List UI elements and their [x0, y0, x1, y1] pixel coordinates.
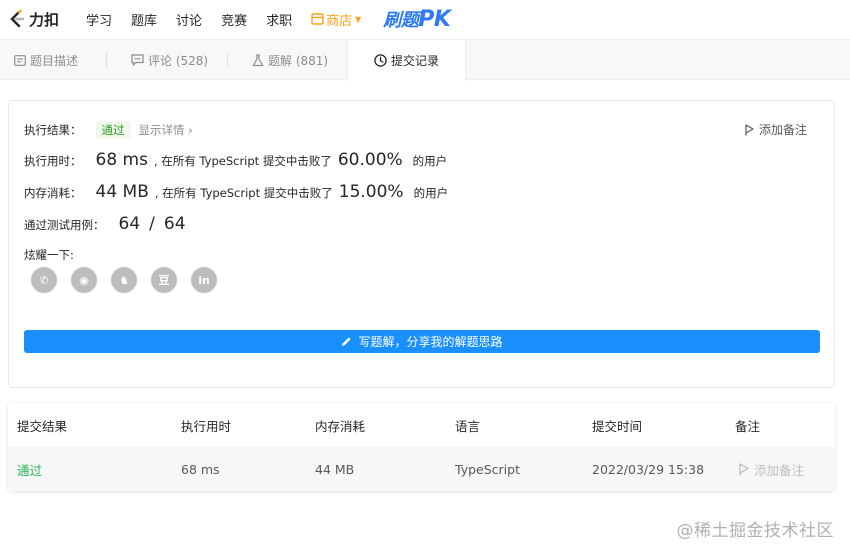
leetcode-logo-icon — [10, 10, 25, 28]
add-note-button[interactable]: 添加备注 — [745, 121, 807, 138]
runtime-tail: 的用户 — [412, 154, 448, 168]
douban-icon[interactable]: 豆 — [151, 267, 177, 293]
memory-text: , 在所有 TypeScript 提交中击败了 — [154, 186, 333, 200]
pk-label: 刷题 — [383, 10, 419, 31]
nav-learn[interactable]: 学习 — [86, 10, 112, 29]
tab-label: 评论 (528) — [148, 53, 209, 68]
write-solution-label: 写题解，分享我的解题思路 — [358, 335, 503, 349]
header-submitted: 提交时间 — [592, 418, 643, 434]
linkedin-icon[interactable]: in — [191, 267, 217, 293]
testcases-label: 通过测试用例： — [24, 218, 105, 232]
row-note-label: 添加备注 — [754, 462, 805, 478]
chevron-down-icon: ▼ — [355, 14, 362, 24]
clock-icon — [374, 54, 387, 67]
testcases-separator: / — [149, 214, 155, 234]
show-details-link[interactable]: 显示详情 › — [139, 122, 193, 138]
memory-value: 44 MB — [95, 182, 149, 202]
runtime-label: 执行用时： — [24, 154, 82, 168]
write-solution-button[interactable]: 写题解，分享我的解题思路 — [24, 330, 820, 353]
nav-problems[interactable]: 题库 — [131, 10, 157, 29]
pencil-icon — [342, 337, 352, 346]
header-status: 提交结果 — [17, 418, 68, 434]
result-status-row: 执行结果： 通过 显示详情 › — [24, 121, 193, 139]
runtime-value: 68 ms — [95, 150, 148, 170]
memory-label: 内存消耗： — [24, 186, 82, 200]
memory-percentile: 15.00% — [338, 182, 404, 202]
header-note: 备注 — [735, 418, 761, 434]
tab-submissions[interactable]: 提交记录 — [347, 40, 466, 81]
tab-divider — [106, 52, 107, 68]
memory-row: 内存消耗： 44 MB , 在所有 TypeScript 提交中击败了 15.0… — [24, 182, 448, 202]
nav-jobs[interactable]: 求职 — [266, 10, 292, 29]
row-submitted: 2022/03/29 15:38 — [592, 461, 705, 477]
problem-tabbar: 题目描述 评论 (528) 题解 (881) 提交记录 — [0, 39, 850, 81]
tab-comments[interactable]: 评论 (528) — [131, 40, 231, 80]
row-add-note-button[interactable]: 添加备注 — [739, 447, 804, 491]
tab-label: 题目描述 — [30, 53, 79, 68]
watermark: @稀土掘金技术社区 — [676, 521, 834, 541]
row-language: TypeScript — [455, 461, 520, 477]
table-row[interactable]: 通过 68 ms 44 MB TypeScript 2022/03/29 15:… — [8, 447, 835, 491]
testcases-total: 64 — [163, 214, 186, 234]
testcases-row: 通过测试用例： 64 / 64 — [24, 214, 186, 234]
shop-label: 商店 — [326, 13, 353, 29]
leetcode-logo[interactable]: 力扣 — [8, 9, 59, 30]
row-status[interactable]: 通过 — [17, 447, 42, 491]
flask-icon — [252, 53, 264, 67]
runtime-row: 执行用时： 68 ms , 在所有 TypeScript 提交中击败了 60.0… — [24, 150, 447, 170]
shop-icon — [311, 13, 324, 25]
add-note-label: 添加备注 — [758, 123, 807, 137]
tab-label: 提交记录 — [390, 54, 439, 68]
header-runtime: 执行用时 — [181, 418, 232, 434]
flag-icon — [739, 462, 749, 475]
header-language: 语言 — [455, 418, 481, 434]
nav-shop[interactable]: 商店 ▼ — [311, 10, 361, 29]
flag-icon — [745, 123, 754, 135]
wechat-icon[interactable]: ✆ — [31, 267, 57, 293]
runtime-percentile: 60.00% — [337, 150, 403, 170]
runtime-text: , 在所有 TypeScript 提交中击败了 — [153, 154, 332, 168]
header-memory: 内存消耗 — [315, 418, 366, 434]
nav-contest[interactable]: 竞赛 — [221, 10, 247, 29]
tab-label: 题解 (881) — [268, 53, 329, 68]
memory-tail: 的用户 — [413, 186, 449, 200]
comment-icon — [131, 54, 144, 66]
submission-result-card: 执行结果： 通过 显示详情 › 添加备注 执行用时： 68 ms , 在所有 T… — [8, 100, 835, 388]
table-header: 提交结果 执行用时 内存消耗 语言 提交时间 备注 — [8, 403, 835, 447]
top-navbar: 力扣 学习 题库 讨论 竞赛 求职 商店 ▼ 刷题PK — [0, 0, 850, 38]
row-runtime: 68 ms — [181, 461, 220, 477]
pk-suffix: PK — [418, 7, 451, 32]
logo-text: 力扣 — [29, 10, 60, 29]
share-label: 炫耀一下: — [24, 248, 74, 262]
testcases-passed: 64 — [118, 214, 141, 234]
tab-solutions[interactable]: 题解 (881) — [252, 40, 347, 80]
nav-discuss[interactable]: 讨论 — [176, 10, 202, 29]
submissions-table: 提交结果 执行用时 内存消耗 语言 提交时间 备注 通过 68 ms 44 MB… — [8, 403, 835, 491]
tab-description[interactable]: 题目描述 — [14, 40, 124, 80]
qq-icon[interactable]: ♞ — [111, 267, 137, 293]
tab-divider — [227, 52, 228, 68]
share-buttons: ✆ ◉ ♞ 豆 in — [31, 267, 231, 293]
row-memory: 44 MB — [315, 461, 355, 477]
status-label: 执行结果： — [24, 123, 82, 137]
status-badge: 通过 — [95, 121, 131, 139]
pk-logo[interactable]: 刷题PK — [383, 6, 451, 32]
description-icon — [14, 54, 26, 66]
weibo-icon[interactable]: ◉ — [71, 267, 97, 293]
